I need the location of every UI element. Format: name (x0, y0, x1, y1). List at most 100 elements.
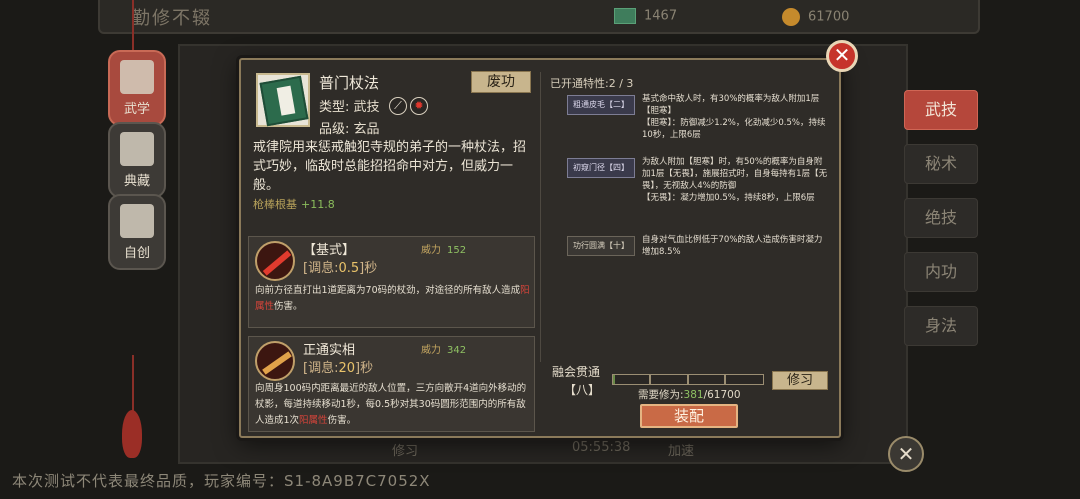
tab-self-create[interactable]: 自创 (108, 194, 166, 270)
trait-text: 基式命中敌人时，有30%的概率为敌人附加1层【胆寒】 【胆寒】：防御减少1.2%… (642, 93, 830, 141)
tab-label: 武学 (123, 102, 150, 117)
scroll-icon (120, 132, 154, 166)
abolish-button[interactable]: 废功 (471, 71, 531, 93)
stat-name: 枪棒根基 (253, 198, 297, 211)
skill-type: 类型: 武技 (319, 96, 380, 115)
tab-wuji[interactable]: 武技 (904, 90, 978, 130)
yang-element-icon: ✹ (410, 97, 428, 115)
power-label: 威力 (421, 245, 441, 256)
skill-description: 戒律院用来惩戒触犯寺规的弟子的一种杖法，招式巧妙，临敌时总能招招命中对方，但威力… (253, 140, 527, 193)
trait-tag[interactable]: 功行圆满【十】 (567, 236, 635, 256)
type-value: 武技 (353, 100, 380, 115)
skill-book-icon (256, 73, 310, 127)
type-icons: ⟋ ✹ (389, 94, 431, 115)
cd-value: 0.5 (338, 261, 360, 276)
trait-tag[interactable]: 粗通皮毛【二】 (567, 95, 635, 115)
desc-text: 伤害。 (327, 415, 357, 426)
progress-fill (613, 375, 615, 384)
progress-tick (649, 375, 651, 384)
fusion-level: 【八】 (564, 383, 601, 397)
progress-tick (686, 375, 689, 384)
skill-grade: 品级: 玄品 (319, 118, 380, 137)
move-power: 威力 152 (421, 241, 466, 256)
power-value: 152 (447, 245, 467, 256)
tassel-decoration (122, 410, 142, 458)
stat-value: +11.8 (301, 198, 335, 211)
trait-line: 【胆寒】：防御减少1.2%，化劲减少0.5%，持续10秒，上限6层 (642, 118, 826, 140)
close-icon: ✕ (897, 442, 915, 466)
trait-line: 为敌人附加【胆寒】时，有50%的概率为自身附加1层【无畏】，施展招式时，自身每持… (642, 157, 828, 191)
grade-value: 玄品 (353, 122, 380, 137)
coin-icon (782, 8, 800, 26)
cultivation-progress-bar (612, 374, 764, 385)
tab-neigong[interactable]: 内功 (904, 252, 978, 292)
close-icon: ✕ (833, 43, 851, 67)
trait-line: 基式命中敌人时，有30%的概率为敌人附加1层【胆寒】 (642, 94, 820, 116)
move-icon (255, 241, 295, 281)
power-label: 威力 (421, 345, 441, 356)
desc-text: 向前方径直打出1道距离为70码的杖劲，对途径的所有敌人造成 (255, 285, 521, 296)
cd-suffix: ]秒 (359, 261, 378, 276)
traits-header: 已开通特性:2 / 3 (550, 77, 634, 90)
cord (132, 355, 134, 415)
page-title: 勤修不辍 (132, 8, 212, 29)
type-label: 类型: (319, 100, 350, 115)
bg-timer: 05:55:38 (572, 440, 631, 455)
move-power: 威力 342 (421, 341, 466, 356)
close-panel-button[interactable]: ✕ (888, 436, 924, 472)
cord (132, 0, 134, 50)
cd-suffix: ]秒 (355, 361, 374, 376)
grade-label: 品级: (319, 122, 350, 137)
book-label (276, 85, 296, 116)
trait-tag[interactable]: 初窥门径【四】 (567, 158, 635, 178)
desc-text: 向周身100码内距离最近的敌人位置，三方向散开4道向外移动的杖影，每道持续移动1… (255, 383, 527, 426)
move-cooldown: [调息:0.5]秒 (303, 257, 377, 276)
move-description: 向周身100码内距离最近的敌人位置，三方向散开4道向外移动的杖影，每道持续移动1… (255, 381, 531, 429)
move-name: 【基式】 (303, 243, 356, 258)
progress-tick (724, 375, 726, 384)
scroll-icon (614, 8, 636, 24)
cd-prefix: [调息: (303, 361, 339, 376)
move-card: 【基式】 [调息:0.5]秒 威力 152 向前方径直打出1道距离为70码的杖劲，… (248, 236, 535, 328)
power-value: 342 (447, 345, 467, 356)
equip-button[interactable]: 装配 (640, 404, 738, 428)
required-cultivation: 需要修为:381/61700 (638, 387, 741, 402)
brush-icon (120, 204, 154, 238)
desc-text: 伤害。 (274, 301, 303, 312)
slash-mark (262, 250, 292, 276)
cultivate-button[interactable]: 修习 (772, 371, 828, 390)
top-bar: 勤修不辍 1467 61700 (98, 0, 980, 34)
need-current: 381 (683, 389, 704, 401)
fusion-label: 融会贯通 (552, 365, 601, 379)
tab-shenfa[interactable]: 身法 (904, 306, 978, 346)
tab-label: 自创 (123, 246, 150, 261)
move-cooldown: [调息:20]秒 (303, 357, 373, 376)
tab-label: 典藏 (123, 174, 150, 189)
book-cover (259, 75, 309, 127)
book-icon (120, 60, 154, 94)
move-name: 正通实相 (303, 343, 356, 358)
need-total: /61700 (703, 389, 741, 401)
trait-text: 自身对气血比例低于70%的敌人造成伤害时凝力增加8.5% (642, 235, 823, 257)
skill-name: 普门杖法 (319, 74, 380, 92)
tab-martial-arts[interactable]: 武学 (108, 50, 166, 126)
move-description: 向前方径直打出1道距离为70码的杖劲，对途径的所有敌人造成阳属性伤害。 (255, 283, 531, 315)
move-icon (255, 341, 295, 381)
resource-scroll-value: 1467 (644, 8, 678, 24)
resource-coin: 61700 (782, 8, 849, 26)
resource-scroll: 1467 (614, 8, 677, 24)
stat-bonus: 枪棒根基 +11.8 (253, 196, 335, 212)
trait-line: 【无畏】：凝力增加0.5%，持续8秒，上限6层 (642, 193, 815, 203)
tab-mishu[interactable]: 秘术 (904, 144, 978, 184)
divider (540, 72, 541, 362)
resource-coin-value: 61700 (808, 9, 850, 25)
desc-highlight: 阳属性 (299, 415, 328, 426)
staff-icon: ⟋ (389, 97, 407, 115)
tab-collection[interactable]: 典藏 (108, 122, 166, 198)
bg-speedup-label: 加速 (668, 444, 695, 459)
move-card: 正通实相 [调息:20]秒 威力 342 向周身100码内距离最近的敌人位置，三方… (248, 336, 535, 432)
tab-jueji[interactable]: 绝技 (904, 198, 978, 238)
slash-mark (262, 351, 292, 375)
trait-text: 为敌人附加【胆寒】时，有50%的概率为自身附加1层【无畏】，施展招式时，自身每持… (642, 156, 830, 204)
dialog-close-button[interactable]: ✕ (826, 40, 858, 72)
